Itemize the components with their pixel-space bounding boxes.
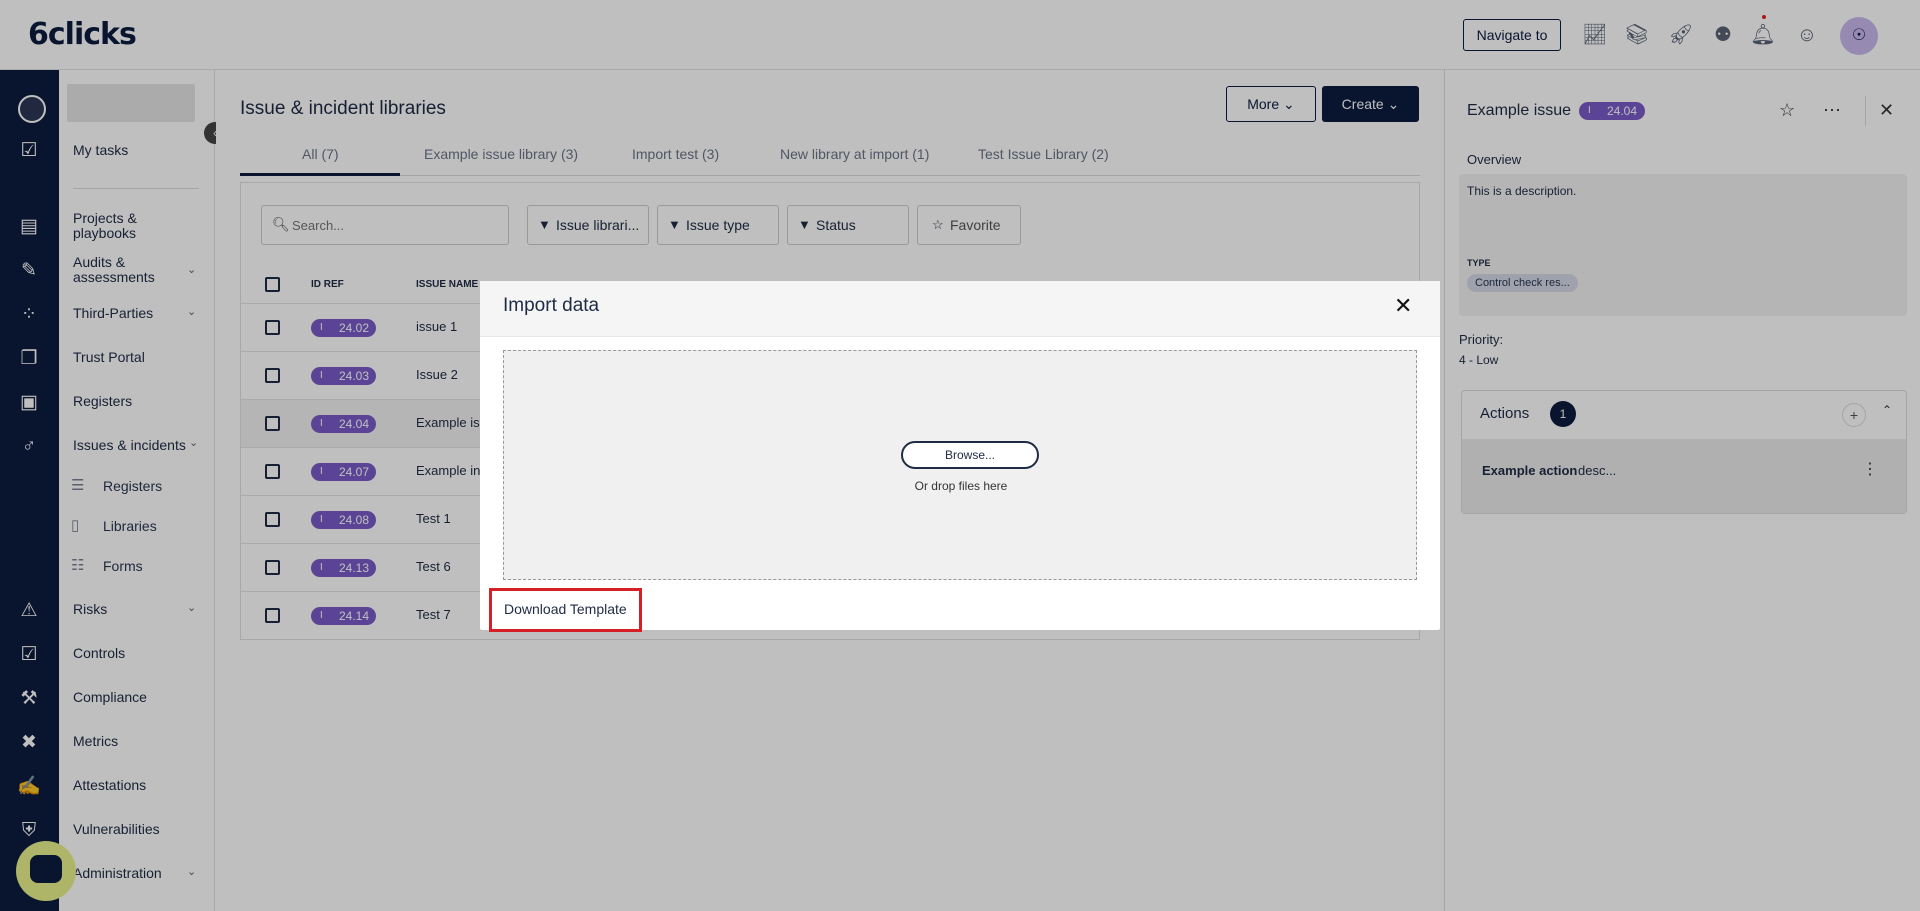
browse-button[interactable]: Browse... <box>901 441 1039 469</box>
close-icon[interactable]: ✕ <box>1394 293 1412 319</box>
download-template-link[interactable]: Download Template <box>504 601 627 617</box>
modal-title: Import data <box>503 295 600 316</box>
import-data-modal: Import data ✕ Browse... Or drop files he… <box>480 281 1440 632</box>
download-template-highlight: Download Template <box>489 588 642 632</box>
file-dropzone[interactable]: Browse... Or drop files here <box>503 350 1417 580</box>
modal-header: Import data ✕ <box>480 281 1440 337</box>
drop-files-text: Or drop files here <box>914 479 1008 493</box>
